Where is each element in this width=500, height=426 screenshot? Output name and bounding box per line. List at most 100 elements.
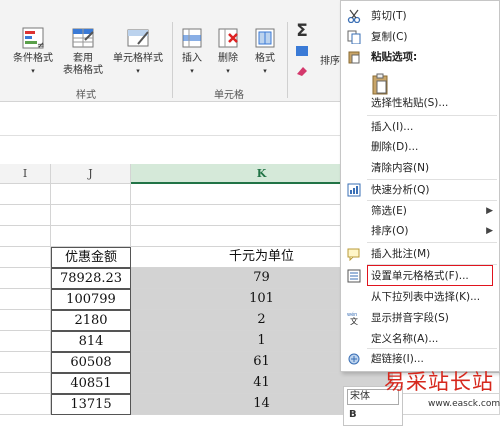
paste-icon xyxy=(347,50,361,64)
dropdown-arrow-icon: ▾ xyxy=(136,67,140,75)
clear-button[interactable] xyxy=(292,64,312,82)
insert-cells-button[interactable]: 插入 ▾ xyxy=(176,26,208,77)
sort-filter-button[interactable]: 排序 xyxy=(318,56,342,68)
comment-icon xyxy=(347,247,361,262)
scissors-icon xyxy=(347,9,361,24)
menu-label: 插入(I)... xyxy=(371,121,414,133)
table-cell-j[interactable]: 13715 xyxy=(51,394,131,415)
bold-button[interactable]: B xyxy=(349,409,357,420)
menu-item-clear-contents[interactable]: 清除内容(N) xyxy=(341,158,499,178)
cell-j[interactable] xyxy=(51,226,131,247)
table-cell-j[interactable]: 40851 xyxy=(51,373,131,394)
submenu-arrow-icon: ▶ xyxy=(486,226,493,236)
menu-item-paste-special[interactable]: 选择性粘贴(S)... xyxy=(341,93,499,113)
cell-styles-icon xyxy=(126,26,150,50)
fill-icon xyxy=(296,46,308,56)
menu-label: 删除(D)... xyxy=(371,141,419,153)
menu-label: 筛选(E) xyxy=(371,205,407,217)
insert-cells-label: 插入 xyxy=(182,53,202,64)
menu-item-phonetic-field[interactable]: wén 文 显示拼音字段(S) xyxy=(341,308,499,328)
phonetic-guide-icon: wén 文 xyxy=(347,311,361,326)
table-cell-j[interactable]: 814 xyxy=(51,331,131,352)
conditional-format-button[interactable]: ≠ 条件格式 ▾ xyxy=(10,26,56,77)
delete-cells-label: 删除 xyxy=(218,53,238,64)
menu-item-quick-analysis[interactable]: 快速分析(Q) xyxy=(341,180,499,200)
dropdown-arrow-icon: ▾ xyxy=(190,67,194,75)
quick-analysis-icon xyxy=(347,183,361,197)
cell-i[interactable] xyxy=(0,226,51,247)
cell-i[interactable] xyxy=(0,205,51,226)
cell-i[interactable] xyxy=(0,310,51,331)
format-as-table-icon xyxy=(71,26,95,50)
header-cell-j[interactable]: 优惠金额 xyxy=(51,247,131,268)
cells-group-label: 单元格 xyxy=(214,90,244,101)
format-as-table-label-2: 表格格式 xyxy=(63,65,103,76)
table-cell-j[interactable]: 78928.23 xyxy=(51,268,131,289)
format-cells-icon xyxy=(347,269,361,283)
menu-label: 剪切(T) xyxy=(371,10,407,22)
menu-item-define-name[interactable]: 定义名称(A)... xyxy=(341,329,499,349)
cell-i[interactable] xyxy=(0,247,51,268)
dropdown-arrow-icon: ▾ xyxy=(31,67,35,75)
cell-i[interactable] xyxy=(0,184,51,205)
format-as-table-label-1: 套用 xyxy=(73,53,93,64)
format-cells-ribbon-label: 格式 xyxy=(255,53,275,64)
menu-item-paste-options: 粘贴选项: xyxy=(341,47,499,67)
watermark: 易采站长站 www.easck.com xyxy=(382,366,500,426)
cell-j[interactable] xyxy=(51,184,131,205)
delete-cells-button[interactable]: 删除 ▾ xyxy=(212,26,244,77)
menu-item-cut[interactable]: 剪切(T) xyxy=(341,6,499,26)
conditional-format-icon: ≠ xyxy=(21,26,45,51)
group-separator xyxy=(172,22,173,98)
menu-label: 复制(C) xyxy=(371,31,408,43)
column-header-i[interactable]: I xyxy=(0,164,51,184)
eraser-icon xyxy=(297,67,307,76)
menu-label: 排序(O) xyxy=(371,225,409,237)
menu-label: 定义名称(A)... xyxy=(371,333,439,345)
cell-styles-button[interactable]: 单元格样式 ▾ xyxy=(110,26,166,77)
table-cell-j[interactable]: 100799 xyxy=(51,289,131,310)
cell-i[interactable] xyxy=(0,373,51,394)
cell-i[interactable] xyxy=(0,331,51,352)
menu-label: 快速分析(Q) xyxy=(371,184,430,196)
svg-text:文: 文 xyxy=(350,316,358,325)
styles-group-label: 样式 xyxy=(76,90,96,101)
format-cells-ribbon-icon xyxy=(253,26,277,50)
menu-label: 清除内容(N) xyxy=(371,162,430,174)
menu-label: 选择性粘贴(S)... xyxy=(371,97,449,109)
paste-option-button[interactable] xyxy=(341,71,499,95)
column-header-j[interactable]: J xyxy=(51,164,131,184)
format-as-table-button[interactable]: 套用 表格格式 xyxy=(58,26,108,77)
cell-i[interactable] xyxy=(0,352,51,373)
svg-text:≠: ≠ xyxy=(37,41,45,50)
format-cells-ribbon-button[interactable]: 格式 ▾ xyxy=(249,26,281,77)
table-cell-j[interactable]: 60508 xyxy=(51,352,131,373)
insert-cells-icon xyxy=(180,26,204,50)
copy-icon xyxy=(347,30,361,45)
watermark-url: www.easck.com xyxy=(428,399,500,409)
delete-cells-icon xyxy=(216,26,240,50)
menu-item-sort[interactable]: 排序(O) ▶ xyxy=(341,221,499,241)
autosum-button[interactable]: Σ xyxy=(292,22,312,40)
menu-label: 粘贴选项: xyxy=(371,51,418,63)
fill-button[interactable] xyxy=(292,44,312,62)
menu-item-insert[interactable]: 插入(I)... xyxy=(341,117,499,137)
cell-j[interactable] xyxy=(51,205,131,226)
menu-separator xyxy=(367,115,497,116)
group-separator xyxy=(287,22,288,98)
dropdown-arrow-icon: ▾ xyxy=(226,67,230,75)
watermark-title: 易采站长站 xyxy=(384,370,494,394)
menu-item-copy[interactable]: 复制(C) xyxy=(341,27,499,47)
menu-item-insert-comment[interactable]: 插入批注(M) xyxy=(341,244,499,264)
table-cell-j[interactable]: 2180 xyxy=(51,310,131,331)
conditional-format-label: 条件格式 xyxy=(13,53,53,64)
cell-i[interactable] xyxy=(0,394,51,415)
menu-item-filter[interactable]: 筛选(E) ▶ xyxy=(341,201,499,221)
hyperlink-icon xyxy=(347,352,361,366)
cell-i[interactable] xyxy=(0,289,51,310)
submenu-arrow-icon: ▶ xyxy=(486,206,493,216)
menu-item-delete[interactable]: 删除(D)... xyxy=(341,137,499,157)
cell-i[interactable] xyxy=(0,268,51,289)
menu-item-pick-from-list[interactable]: 从下拉列表中选择(K)... xyxy=(341,287,499,307)
menu-separator xyxy=(367,242,497,243)
